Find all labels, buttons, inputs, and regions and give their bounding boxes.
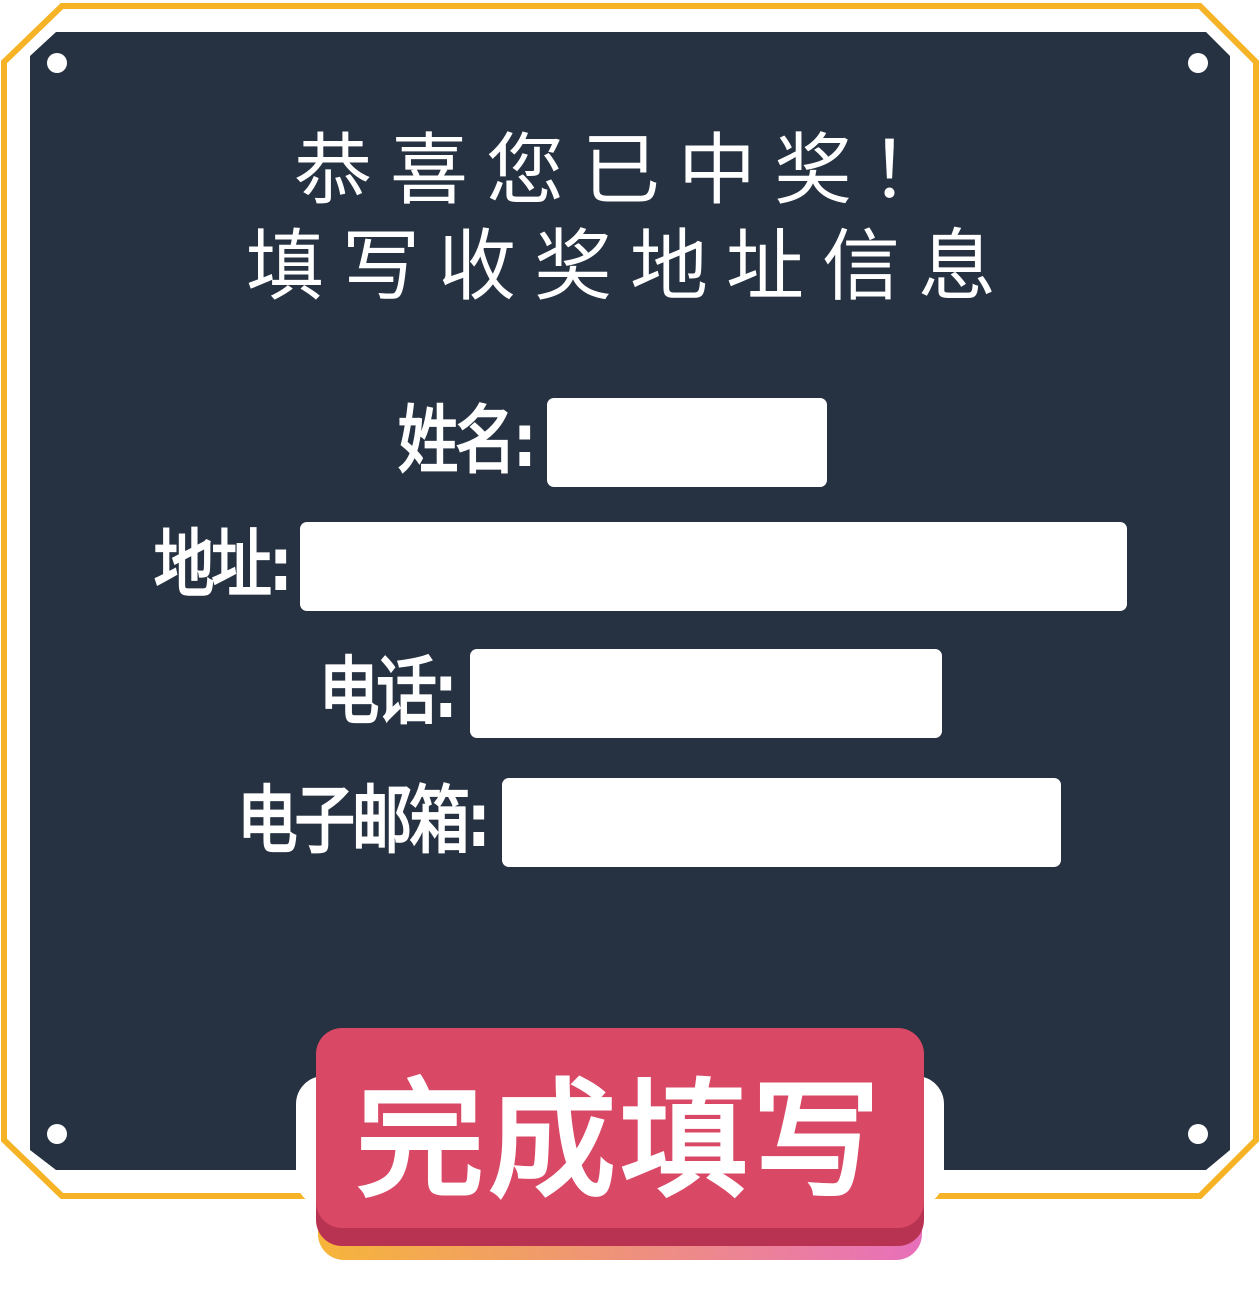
email-input[interactable]	[502, 778, 1061, 867]
dialog-title: 恭喜您已中奖！	[293, 126, 966, 216]
corner-dot	[1188, 53, 1208, 73]
submit-button-label: 完成填写	[355, 1067, 884, 1216]
name-input[interactable]	[547, 398, 827, 487]
corner-dot	[47, 1124, 67, 1144]
submit-button[interactable]: 完成填写	[316, 1028, 924, 1260]
corner-dot	[47, 53, 67, 73]
name-label: 姓名:	[398, 398, 537, 484]
address-label: 地址:	[154, 522, 293, 608]
email-label: 电子邮箱:	[237, 778, 491, 864]
corner-dot	[1188, 1124, 1208, 1144]
dialog-subtitle: 填写收奖地址信息	[245, 222, 1014, 312]
address-input[interactable]	[300, 522, 1127, 611]
phone-input[interactable]	[470, 649, 942, 738]
phone-label: 电话:	[319, 649, 458, 735]
